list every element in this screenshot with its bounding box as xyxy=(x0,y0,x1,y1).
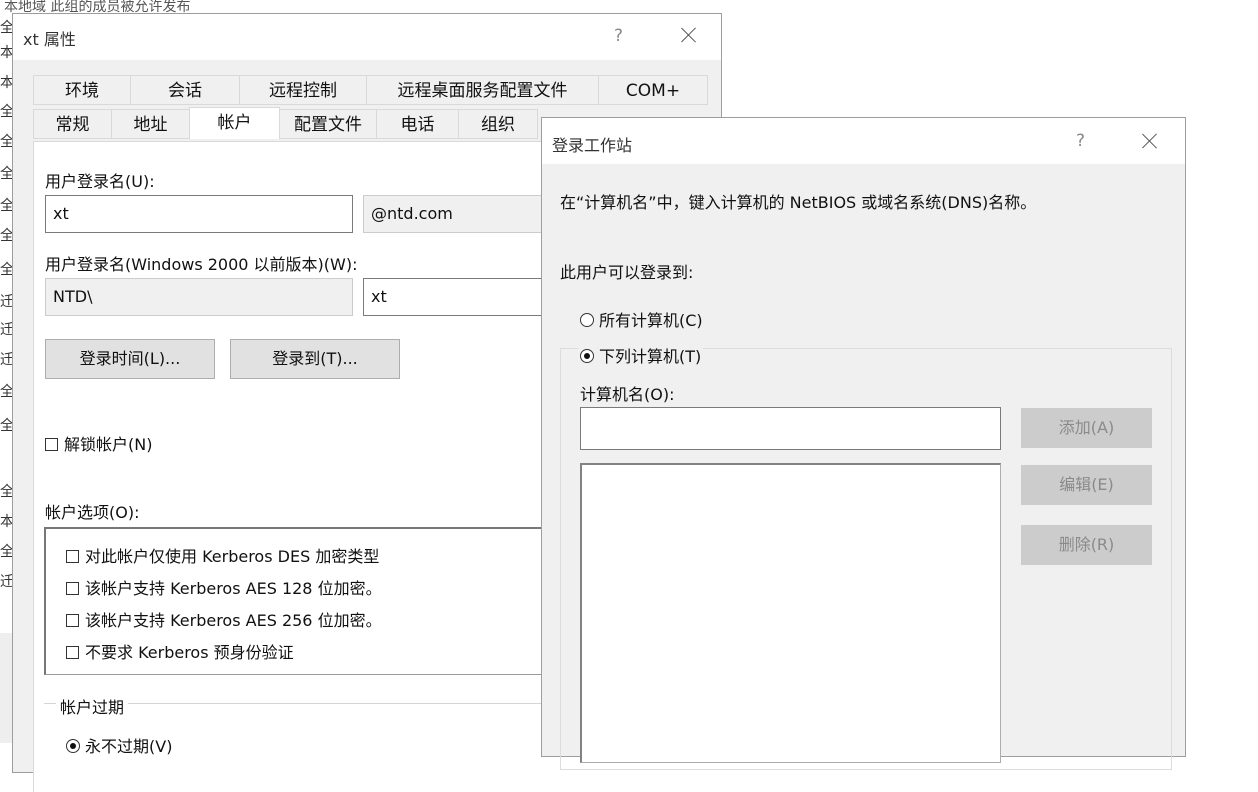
logon-hours-button[interactable]: 登录时间(L)... xyxy=(45,339,215,379)
remove-button[interactable]: 删除(R) xyxy=(1021,525,1152,565)
upn-suffix-dropdown[interactable]: @ntd.com xyxy=(363,195,563,233)
computers-listbox[interactable] xyxy=(580,463,1001,763)
can-logon-label: 此用户可以登录到: xyxy=(560,263,694,282)
help-button[interactable]: ? xyxy=(614,26,623,46)
logon-to-button[interactable]: 登录到(T)... xyxy=(230,339,400,379)
logon-help-button[interactable]: ? xyxy=(1076,131,1085,151)
tab-sessions[interactable]: 会话 xyxy=(130,75,240,105)
background-panel xyxy=(0,633,12,743)
account-options-label: 帐户选项(O): xyxy=(45,503,140,522)
tab-remote-desktop-profile[interactable]: 远程桌面服务配置文件 xyxy=(366,75,599,105)
checkbox-icon[interactable] xyxy=(66,582,79,595)
option-label: 该帐户支持 Kerberos AES 256 位加密。 xyxy=(85,611,382,630)
computer-name-input[interactable] xyxy=(580,407,1001,450)
tab-remote-control[interactable]: 远程控制 xyxy=(239,75,367,105)
unlock-checkbox-box[interactable] xyxy=(45,438,58,451)
tab-profile[interactable]: 配置文件 xyxy=(279,109,377,139)
checkbox-icon[interactable] xyxy=(66,614,79,627)
logon-close-icon[interactable] xyxy=(1136,126,1164,156)
computer-name-label: 计算机名(O): xyxy=(580,385,675,404)
never-expires-label: 永不过期(V) xyxy=(85,737,173,756)
radio-icon[interactable] xyxy=(580,313,594,327)
tab-organization[interactable]: 组织 xyxy=(458,109,538,139)
dialog-title: xt 属性 xyxy=(23,30,76,49)
option-label: 不要求 Kerberos 预身份验证 xyxy=(85,643,294,662)
edit-button[interactable]: 编辑(E) xyxy=(1021,465,1152,505)
following-computers-label: 下列计算机(T) xyxy=(599,347,702,366)
logon-dialog-title: 登录工作站 xyxy=(552,136,633,155)
unlock-account-checkbox[interactable]: 解锁帐户(N) xyxy=(45,431,152,455)
tab-environment[interactable]: 环境 xyxy=(33,75,131,105)
option-aes128[interactable]: 该帐户支持 Kerberos AES 128 位加密。 xyxy=(66,575,382,599)
checkbox-icon[interactable] xyxy=(66,646,79,659)
account-options-list[interactable]: 对此帐户仅使用 Kerberos DES 加密类型 该帐户支持 Kerberos… xyxy=(44,527,564,675)
radio-icon[interactable] xyxy=(66,739,80,753)
option-des-only[interactable]: 对此帐户仅使用 Kerberos DES 加密类型 xyxy=(66,543,379,567)
following-computers-radio[interactable]: 下列计算机(T) xyxy=(578,343,704,367)
tab-com-plus[interactable]: COM+ xyxy=(598,75,708,105)
all-computers-radio[interactable]: 所有计算机(C) xyxy=(580,307,703,331)
tab-address[interactable]: 地址 xyxy=(111,109,190,139)
tab-account[interactable]: 帐户 xyxy=(189,107,280,139)
logon-name-input[interactable]: xt xyxy=(45,195,353,233)
properties-titlebar: xt 属性 ? xyxy=(13,14,721,60)
all-computers-label: 所有计算机(C) xyxy=(599,311,703,330)
option-label: 对此帐户仅使用 Kerberos DES 加密类型 xyxy=(85,547,380,566)
pre2000-logon-label: 用户登录名(Windows 2000 以前版本)(W): xyxy=(45,255,358,274)
instruction-text: 在“计算机名”中，键入计算机的 NetBIOS 或域名系统(DNS)名称。 xyxy=(560,193,1037,212)
radio-icon[interactable] xyxy=(580,349,594,363)
account-expires-label: 帐户过期 xyxy=(56,694,129,718)
close-icon[interactable] xyxy=(675,20,703,50)
pre2000-logon-input[interactable]: xt xyxy=(363,278,563,316)
checkbox-icon[interactable] xyxy=(66,550,79,563)
never-expires-radio[interactable]: 永不过期(V) xyxy=(66,733,172,757)
tab-telephones[interactable]: 电话 xyxy=(376,109,459,139)
logon-name-label: 用户登录名(U): xyxy=(45,172,155,191)
tab-general[interactable]: 常规 xyxy=(33,109,112,139)
option-no-preauth[interactable]: 不要求 Kerberos 预身份验证 xyxy=(66,639,294,663)
logon-titlebar: 登录工作站 ? xyxy=(542,118,1185,164)
domain-prefix-field: NTD\ xyxy=(45,278,353,316)
logon-workstations-dialog: 登录工作站 ? 在“计算机名”中，键入计算机的 NetBIOS 或域名系统(DN… xyxy=(541,117,1186,770)
option-label: 该帐户支持 Kerberos AES 128 位加密。 xyxy=(85,579,382,598)
option-aes256[interactable]: 该帐户支持 Kerberos AES 256 位加密。 xyxy=(66,607,382,631)
unlock-account-label: 解锁帐户(N) xyxy=(64,435,153,454)
add-button[interactable]: 添加(A) xyxy=(1021,408,1152,448)
